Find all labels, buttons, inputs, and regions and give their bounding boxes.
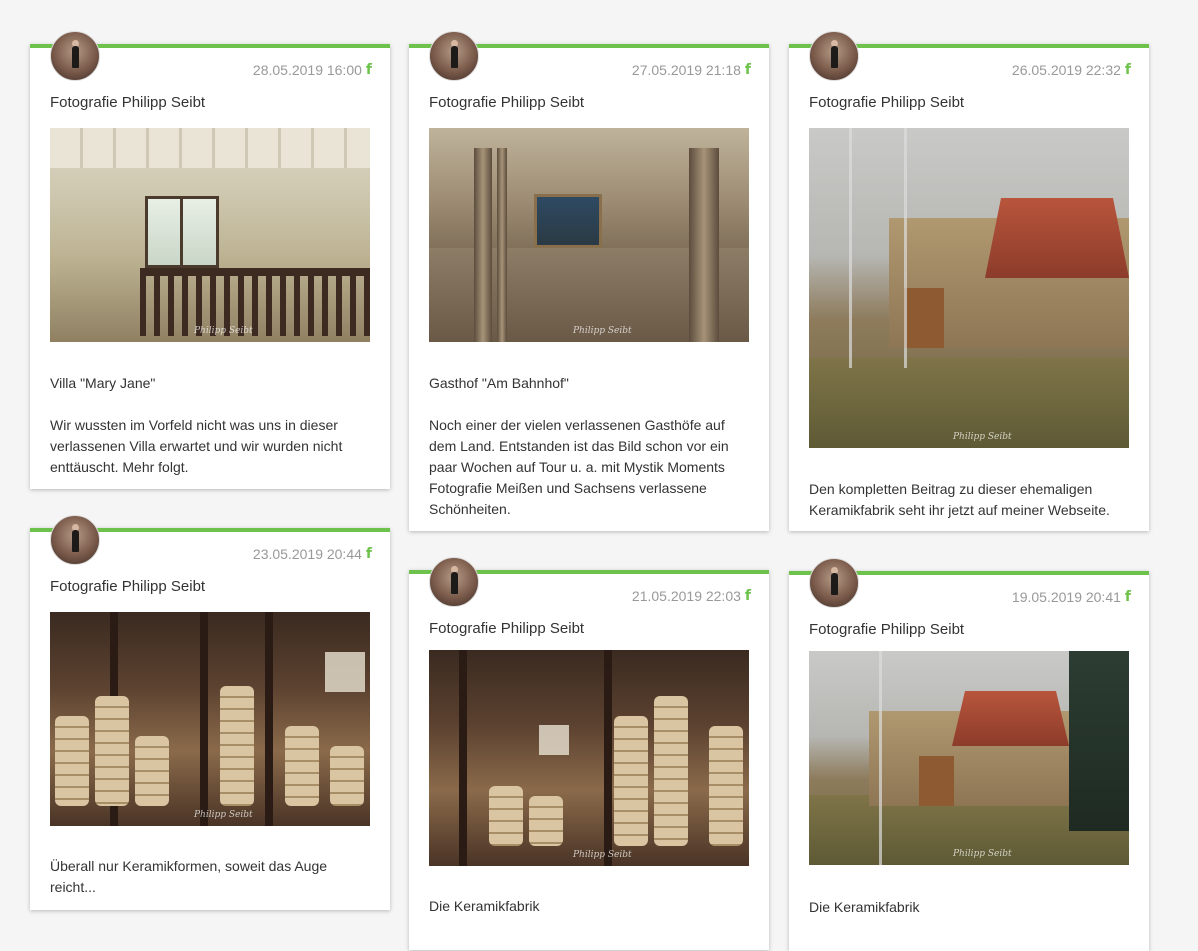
post-meta: 28.05.2019 16:00 f: [253, 62, 372, 78]
post-text-line: Die Keramikfabrik: [809, 899, 920, 915]
author-avatar[interactable]: [429, 557, 479, 607]
post-text-line: Keramikfabrik seht ihr jetzt auf meiner …: [809, 502, 1110, 518]
post-text-line: Die Keramikfabrik: [429, 898, 540, 914]
post-date: 23.05.2019 20:44: [252, 546, 362, 562]
photo-watermark: Philipp Seibt: [953, 432, 1012, 442]
post-text-line: Gasthof "Am Bahnhof": [429, 375, 569, 391]
post-photo[interactable]: Philipp Seibt: [50, 612, 370, 826]
photo-watermark: Philipp Seibt: [573, 326, 632, 336]
author-name[interactable]: Fotografie Philipp Seibt: [429, 620, 584, 637]
photo-watermark: Philipp Seibt: [573, 850, 632, 860]
facebook-icon[interactable]: f: [366, 546, 372, 562]
facebook-icon[interactable]: f: [1125, 62, 1131, 78]
author-avatar[interactable]: [50, 515, 100, 565]
author-avatar[interactable]: [809, 31, 859, 81]
author-avatar[interactable]: [809, 558, 859, 608]
post-text-line: reicht...: [50, 879, 96, 895]
post-text-line: Wir wussten im Vorfeld nicht was uns in …: [50, 417, 338, 433]
post-meta: 19.05.2019 20:41 f: [1012, 589, 1131, 605]
post-text: Den kompletten Beitrag zu dieser ehemali…: [809, 479, 1129, 521]
post-meta: 23.05.2019 20:44 f: [253, 546, 372, 562]
post-text: Villa "Mary Jane" Wir wussten im Vorfeld…: [50, 373, 370, 478]
facebook-icon[interactable]: f: [745, 588, 751, 604]
post-card[interactable]: 27.05.2019 21:18 f Fotografie Philipp Se…: [409, 31, 769, 531]
post-card[interactable]: 23.05.2019 20:44 f Fotografie Philipp Se…: [30, 515, 390, 910]
post-photo[interactable]: Philipp Seibt: [429, 128, 749, 342]
post-date: 19.05.2019 20:41: [1011, 589, 1121, 605]
post-text-line: paar Wochen auf Tour u. a. mit Mystik Mo…: [429, 459, 725, 475]
post-meta: 26.05.2019 22:32 f: [1012, 62, 1131, 78]
post-meta: 21.05.2019 22:03 f: [632, 588, 751, 604]
post-text: Die Keramikfabrik: [809, 897, 1129, 918]
post-card[interactable]: 26.05.2019 22:32 f Fotografie Philipp Se…: [789, 31, 1149, 531]
post-card[interactable]: 19.05.2019 20:41 f Fotografie Philipp Se…: [789, 558, 1149, 951]
facebook-icon[interactable]: f: [1125, 589, 1131, 605]
post-text: Die Keramikfabrik: [429, 896, 749, 917]
post-text-line: Schönheiten.: [429, 501, 511, 517]
photo-watermark: Philipp Seibt: [194, 326, 253, 336]
facebook-icon[interactable]: f: [366, 62, 372, 78]
author-name[interactable]: Fotografie Philipp Seibt: [50, 578, 205, 595]
post-text-line: enttäuscht. Mehr folgt.: [50, 459, 189, 475]
post-photo[interactable]: Philipp Seibt: [809, 651, 1129, 865]
post-text-line: Villa "Mary Jane": [50, 375, 156, 391]
post-date: 21.05.2019 22:03: [631, 588, 741, 604]
post-date: 27.05.2019 21:18: [631, 62, 741, 78]
post-date: 28.05.2019 16:00: [252, 62, 362, 78]
author-name[interactable]: Fotografie Philipp Seibt: [429, 94, 584, 111]
author-name[interactable]: Fotografie Philipp Seibt: [809, 94, 964, 111]
post-meta: 27.05.2019 21:18 f: [632, 62, 751, 78]
post-photo[interactable]: Philipp Seibt: [809, 128, 1129, 448]
author-avatar[interactable]: [50, 31, 100, 81]
facebook-icon[interactable]: f: [745, 62, 751, 78]
post-text-line: Überall nur Keramikformen, soweit das Au…: [50, 858, 328, 874]
post-text-line: verlassenen Villa erwartet und wir wurde…: [50, 438, 343, 454]
post-text-line: Den kompletten Beitrag zu dieser ehemali…: [809, 481, 1093, 497]
author-name[interactable]: Fotografie Philipp Seibt: [50, 94, 205, 111]
post-card[interactable]: 28.05.2019 16:00 f Fotografie Philipp Se…: [30, 31, 390, 489]
post-text-line: Noch einer der vielen verlassenen Gasthö…: [429, 417, 725, 433]
post-date: 26.05.2019 22:32: [1011, 62, 1121, 78]
post-text: Gasthof "Am Bahnhof" Noch einer der viel…: [429, 373, 749, 520]
post-text-line: dem Land. Entstanden ist das Bild schon …: [429, 438, 729, 454]
post-card[interactable]: 21.05.2019 22:03 f Fotografie Philipp Se…: [409, 557, 769, 950]
photo-watermark: Philipp Seibt: [194, 810, 253, 820]
post-photo[interactable]: Philipp Seibt: [50, 128, 370, 342]
post-photo[interactable]: Philipp Seibt: [429, 650, 749, 866]
author-name[interactable]: Fotografie Philipp Seibt: [809, 621, 964, 638]
post-text: Überall nur Keramikformen, soweit das Au…: [50, 856, 370, 898]
author-avatar[interactable]: [429, 31, 479, 81]
post-text-line: Fotografie Meißen und Sachsens verlassen…: [429, 480, 707, 496]
photo-watermark: Philipp Seibt: [953, 849, 1012, 859]
